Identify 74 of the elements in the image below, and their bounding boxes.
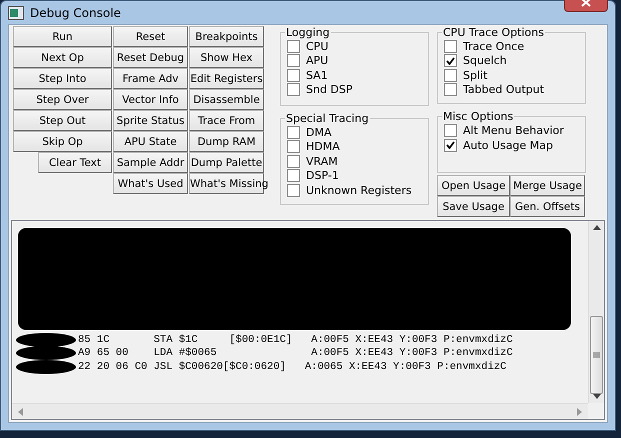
horizontal-scrollbar[interactable] <box>12 403 588 419</box>
debug-button[interactable]: Sprite Status <box>113 110 188 131</box>
checkbox[interactable] <box>444 40 457 53</box>
group-title: Logging <box>285 26 331 39</box>
checkbox[interactable] <box>444 68 457 82</box>
debug-button[interactable]: Reset Debug <box>113 47 188 68</box>
checkbox-label: HDMA <box>306 140 340 154</box>
checkbox-label: Trace Once <box>463 40 524 53</box>
checkbox-label: Auto Usage Map <box>463 138 554 152</box>
debug-button[interactable]: Trace From <box>189 110 264 131</box>
checkbox-label: Squelch <box>463 54 507 68</box>
debug-button[interactable]: Reset <box>113 26 188 47</box>
trace-line: A9 65 00 LDA #$0065 A:00F5 X:EE43 Y:00F3 P:envmxdizC <box>78 347 513 360</box>
redaction-mark <box>16 360 76 374</box>
window-title: Debug Console <box>30 6 121 20</box>
app-icon <box>8 6 24 20</box>
checkbox[interactable] <box>287 154 300 168</box>
checkbox[interactable] <box>287 169 300 182</box>
scroll-right-icon[interactable] <box>577 408 582 416</box>
checkbox[interactable] <box>287 126 300 139</box>
group-title: Misc Options <box>442 110 514 124</box>
debug-button[interactable]: Run <box>13 26 112 47</box>
checkbox-label: VRAM <box>306 154 338 168</box>
checkbox[interactable] <box>444 138 457 152</box>
checkbox[interactable] <box>287 40 300 53</box>
debug-button[interactable]: Frame Adv <box>113 68 188 89</box>
debug-button[interactable]: Dump RAM <box>189 131 264 152</box>
usage-button[interactable]: Open Usage <box>437 175 510 196</box>
checkbox[interactable] <box>287 68 300 82</box>
group-title: Special Tracing <box>285 112 370 125</box>
trace-line: 22 20 06 C0 JSL $C00620[$C0:0620] A:0065 X:EE43 Y:00F3 P:envmxdizC <box>78 360 506 373</box>
usage-button[interactable]: Gen. Offsets <box>510 196 585 217</box>
debug-button[interactable]: Next Op <box>13 47 112 68</box>
scroll-left-icon[interactable] <box>18 408 23 416</box>
checkbox[interactable] <box>287 54 300 68</box>
scroll-up-icon[interactable] <box>592 225 600 230</box>
debug-button[interactable]: Step Into <box>13 68 112 89</box>
debug-button[interactable]: Step Out <box>13 110 112 131</box>
checkbox-label: CPU <box>306 40 328 53</box>
checkbox-label: SA1 <box>306 68 328 82</box>
checkbox-label: DMA <box>306 126 332 139</box>
debug-button[interactable]: Vector Info <box>113 89 188 110</box>
checkbox-label: Snd DSP <box>306 83 353 96</box>
checkbox[interactable] <box>287 140 300 154</box>
debug-button[interactable]: Dump Palette <box>189 152 264 173</box>
debug-button[interactable]: Breakpoints <box>189 26 264 47</box>
vertical-scrollbar[interactable] <box>588 221 604 403</box>
grip-icon <box>593 352 600 358</box>
debug-button[interactable]: Show Hex <box>189 47 264 68</box>
debug-button[interactable]: Step Over <box>13 89 112 110</box>
checkbox[interactable] <box>444 124 457 138</box>
group-title: CPU Trace Options <box>442 26 545 39</box>
redaction-mark <box>16 346 76 360</box>
debug-button[interactable]: Clear Text <box>38 152 112 173</box>
debug-button[interactable]: APU State <box>113 131 188 152</box>
debug-button[interactable]: Edit Registers <box>189 68 264 89</box>
checkbox[interactable] <box>444 83 457 96</box>
checkbox[interactable] <box>444 54 457 68</box>
debug-button[interactable]: Disassemble <box>189 89 264 110</box>
checkbox-label: DSP-1 <box>306 169 339 182</box>
checkbox-label: Alt Menu Behavior <box>463 124 564 138</box>
debug-button[interactable]: What's Used <box>113 173 188 194</box>
checkbox[interactable] <box>287 184 300 197</box>
checkbox-label: Tabbed Output <box>463 83 544 96</box>
checkbox-label: Split <box>463 68 488 82</box>
debug-button[interactable]: Skip Op <box>13 131 112 152</box>
checkbox[interactable] <box>287 83 300 96</box>
checkbox-label: APU <box>306 54 328 68</box>
usage-button[interactable]: Merge Usage <box>510 175 585 196</box>
usage-button[interactable]: Save Usage <box>437 196 510 217</box>
trace-line: 85 1C STA $1C [$00:0E1C] A:00F5 X:EE43 Y:00F3 P:envmxdizC <box>78 334 513 346</box>
checkbox-label: Unknown Registers <box>306 184 412 197</box>
close-icon <box>581 0 591 7</box>
debug-button[interactable]: Sample Addr <box>113 152 188 173</box>
